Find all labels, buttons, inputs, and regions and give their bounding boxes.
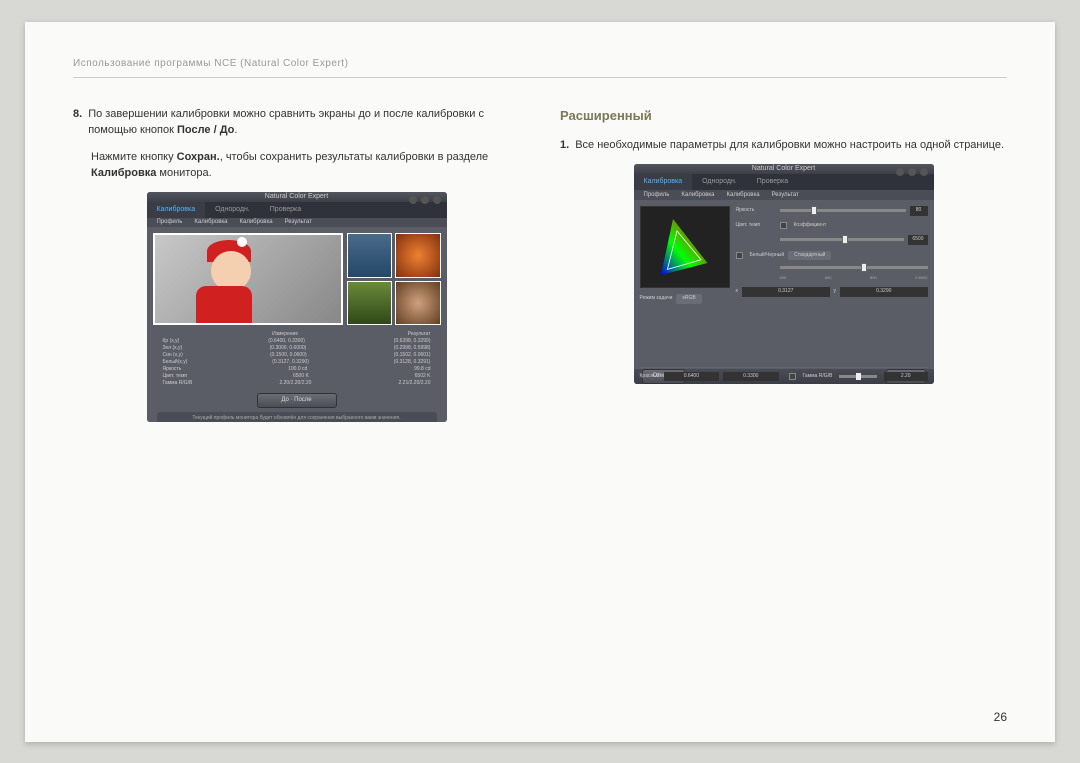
thumbnail (395, 233, 440, 278)
whitepoint-select[interactable]: Стандартный (788, 251, 831, 261)
subtab-result[interactable]: Результат (772, 191, 799, 200)
titlebar-icons (409, 196, 441, 204)
before-after-button[interactable]: До · После (257, 393, 337, 408)
sub-instruction: Нажмите кнопку Сохран., чтобы сохранить … (91, 149, 520, 182)
titlebar-icons (896, 168, 928, 176)
main-tabs: Калибровка Однородн. Проверка (634, 174, 934, 190)
thumbnail (347, 233, 392, 278)
whitepoint-slider[interactable] (780, 266, 928, 269)
sub-tabs: Профиль Калибровка Калибровка Результат (634, 190, 934, 200)
task-mode-row: Режим задачи sRGB (640, 294, 730, 304)
item-number: 8. (73, 106, 82, 139)
thumbnail-grid (347, 233, 440, 325)
gamma-panel: Гамма R/G/B 2.20 2.02.22.4 Линейный серы… (789, 372, 928, 384)
subtab-calibrate2[interactable]: Калибровка (239, 218, 272, 227)
tab-uniformity[interactable]: Однородн. (205, 202, 260, 218)
tab-calibration[interactable]: Калибровка (147, 202, 206, 218)
list-item-8: 8. По завершении калибровки можно сравни… (73, 106, 520, 139)
y-field[interactable]: 0.3290 (840, 287, 928, 297)
subtab-calibrate[interactable]: Калибровка (194, 218, 227, 227)
screenshot-advanced-settings: Natural Color Expert Калибровка Однородн… (634, 164, 934, 384)
thumbnail (395, 281, 440, 326)
mode-select[interactable]: sRGB (676, 294, 701, 304)
color-temp-value[interactable]: 6500 (908, 235, 927, 245)
brightness-row: Яркость 80 (736, 206, 928, 216)
item-text: По завершении калибровки можно сравнить … (88, 106, 520, 139)
left-column: 8. По завершении калибровки можно сравни… (73, 106, 520, 422)
section-heading-advanced: Расширенный (560, 106, 1007, 126)
brightness-slider[interactable] (780, 209, 906, 212)
tab-calibration[interactable]: Калибровка (634, 174, 693, 190)
window-titlebar: Natural Color Expert (147, 192, 447, 203)
gear-icon[interactable] (908, 168, 916, 176)
color-temp-row: Цвет. темп Коэффициент (736, 222, 928, 230)
two-column-layout: 8. По завершении калибровки можно сравни… (73, 106, 1007, 422)
advanced-body: Режим задачи sRGB Яркость 80 Цвет (634, 200, 934, 369)
checkbox-whitepoint[interactable] (736, 252, 743, 259)
right-column: Расширенный 1. Все необходимые параметры… (560, 106, 1007, 422)
xy-row: x0.3127 y0.3290 (736, 287, 928, 297)
minimize-icon[interactable] (896, 168, 904, 176)
color-temp-slider[interactable] (780, 238, 905, 241)
tab-uniformity[interactable]: Однородн. (692, 174, 747, 190)
rgb-xy-panel: Красный0.64000.3300 Зеленый0.30000.6000 … (640, 372, 779, 384)
subtab-profile[interactable]: Профиль (157, 218, 183, 227)
main-tabs: Калибровка Однородн. Проверка (147, 202, 447, 218)
checkbox-coefficient[interactable] (780, 222, 787, 229)
thumbnail (347, 281, 392, 326)
tab-validation[interactable]: Проверка (260, 202, 311, 218)
comparison-photos (153, 233, 441, 325)
subtab-calibrate2[interactable]: Калибровка (726, 191, 759, 200)
gamma-slider[interactable] (839, 375, 877, 378)
page-number: 26 (994, 710, 1007, 724)
checkbox-gamma[interactable] (789, 373, 796, 380)
x-field[interactable]: 0.3127 (742, 287, 830, 297)
subtab-profile[interactable]: Профиль (644, 191, 670, 200)
window-titlebar: Natural Color Expert (634, 164, 934, 175)
brightness-value[interactable]: 80 (910, 206, 928, 216)
color-gamut-diagram (640, 206, 730, 288)
minimize-icon[interactable] (409, 196, 417, 204)
main-photo (153, 233, 344, 325)
item-text: Все необходимые параметры для калибровки… (575, 137, 1004, 154)
list-item-1: 1. Все необходимые параметры для калибро… (560, 137, 1007, 154)
info-message: Текущий профиль монитора будет обновлён … (157, 412, 437, 422)
item-number: 1. (560, 137, 569, 154)
lower-controls: Красный0.64000.3300 Зеленый0.30000.6000 … (640, 367, 928, 384)
close-icon[interactable] (920, 168, 928, 176)
gear-icon[interactable] (421, 196, 429, 204)
sub-tabs: Профиль Калибровка Калибровка Результат (147, 218, 447, 227)
white-black-row: Белый/Черный Стандартный (736, 251, 928, 261)
document-page: Использование программы NCE (Natural Col… (25, 22, 1055, 742)
subtab-calibrate[interactable]: Калибровка (681, 191, 714, 200)
scale-labels: 4006008000 6500 (736, 275, 928, 281)
measurement-table: ИзмерениеРезультат Кр (x,y)(0.6400, 0.33… (153, 331, 441, 387)
result-body: ИзмерениеРезультат Кр (x,y)(0.6400, 0.33… (147, 227, 447, 422)
subtab-result[interactable]: Результат (285, 218, 312, 227)
screenshot-calibration-result: Natural Color Expert Калибровка Однородн… (147, 192, 447, 422)
close-icon[interactable] (433, 196, 441, 204)
tab-validation[interactable]: Проверка (747, 174, 798, 190)
page-header: Использование программы NCE (Natural Col… (73, 58, 1007, 78)
